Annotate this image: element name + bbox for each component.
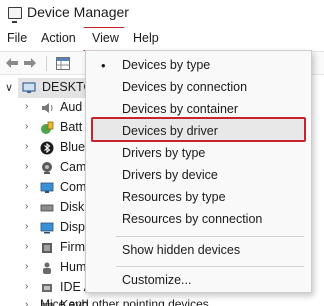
menu-item-devices-by-driver[interactable]: Devices by driver — [86, 121, 311, 143]
title-bar: Device Manager — [0, 0, 324, 28]
tree-item-label: Cam — [60, 160, 87, 174]
chevron-right-icon[interactable]: › — [25, 141, 28, 152]
bluetooth-icon — [40, 141, 54, 155]
tree-item-audio[interactable]: › Aud — [0, 98, 90, 118]
menu-bar: File Action View Help — [0, 28, 324, 50]
tree-item-label: Hum — [60, 260, 87, 274]
tree-item-batteries[interactable]: › Batt — [0, 118, 90, 138]
menu-item-drivers-by-device[interactable]: Drivers by device — [86, 165, 311, 187]
device-manager-icon — [8, 7, 22, 23]
tree-item-label: Batt — [60, 120, 83, 134]
computer-icon — [22, 82, 36, 93]
ide-controller-icon — [42, 284, 52, 292]
forward-arrow-icon[interactable] — [23, 57, 37, 69]
tree-item-label: Firm — [60, 240, 85, 254]
menu-item-customize[interactable]: Customize... — [86, 270, 311, 292]
menu-action[interactable]: Action — [41, 31, 76, 45]
computer-icon — [40, 182, 54, 193]
chevron-right-icon[interactable]: › — [25, 181, 28, 192]
tree-root-computer[interactable]: DESKTO — [18, 78, 93, 98]
chevron-right-icon[interactable]: › — [25, 221, 28, 232]
device-tree: ∨ DESKTO › Aud › Batt › Blue › Cam › Com… — [0, 76, 93, 306]
bullet-check-icon: • — [101, 58, 106, 73]
menu-item-label: Drivers by type — [122, 146, 206, 160]
human-interface-icon — [43, 262, 51, 274]
chevron-down-icon[interactable]: ∨ — [5, 81, 13, 94]
properties-grid-icon[interactable] — [56, 57, 70, 70]
window-title: Device Manager — [27, 4, 129, 20]
display-icon — [40, 222, 54, 234]
menu-separator — [116, 266, 304, 267]
tree-item-label: Blue — [60, 140, 86, 154]
tree-item-display[interactable]: › Disp — [0, 218, 90, 238]
speaker-icon — [42, 103, 53, 113]
chevron-right-icon[interactable]: › — [25, 261, 28, 272]
menu-item-label: Resources by connection — [122, 212, 263, 226]
chevron-right-icon[interactable]: › — [25, 161, 28, 172]
menu-view[interactable]: View — [92, 31, 119, 45]
menu-separator — [116, 236, 304, 237]
firmware-icon — [42, 243, 52, 253]
menu-item-drivers-by-type[interactable]: Drivers by type — [86, 143, 311, 165]
menu-item-show-hidden-devices[interactable]: Show hidden devices — [86, 240, 311, 262]
menu-item-label: Customize... — [122, 273, 192, 287]
battery-icon — [41, 121, 54, 134]
menu-file[interactable]: File — [7, 31, 27, 45]
tree-item-label: Disp — [60, 220, 86, 234]
menu-item-label: Show hidden devices — [122, 243, 241, 257]
menu-item-devices-by-type[interactable]: • Devices by type — [86, 55, 311, 77]
menu-item-devices-by-connection[interactable]: Devices by connection — [86, 77, 311, 99]
menu-item-label: Resources by type — [122, 190, 226, 204]
menu-item-label: Devices by container — [122, 102, 239, 116]
tree-item-mice[interactable]: Mice and other pointing devices — [40, 297, 209, 306]
chevron-right-icon[interactable]: › — [25, 241, 28, 252]
view-menu-dropdown: • Devices by type Devices by connection … — [85, 50, 312, 293]
tree-item-computer[interactable]: › Com — [0, 178, 90, 198]
chevron-right-icon[interactable]: › — [25, 281, 28, 292]
tree-item-firmware[interactable]: › Firm — [0, 238, 90, 258]
disk-drive-icon — [40, 204, 54, 212]
menu-item-label: Drivers by device — [122, 168, 218, 182]
chevron-right-icon[interactable]: › — [25, 101, 28, 112]
back-arrow-icon[interactable] — [5, 57, 19, 69]
menu-item-label: Devices by type — [122, 58, 211, 72]
camera-icon — [42, 162, 52, 174]
tree-item-human-interface[interactable]: › Hum — [0, 258, 90, 278]
menu-item-resources-by-type[interactable]: Resources by type — [86, 187, 311, 209]
tree-item-bluetooth[interactable]: › Blue — [0, 138, 90, 158]
tree-item-label: Disk — [60, 200, 85, 214]
chevron-right-icon[interactable]: › — [25, 299, 28, 306]
menu-help[interactable]: Help — [133, 31, 159, 45]
tree-item-label: Aud — [60, 100, 83, 114]
tree-item-label: Com — [60, 180, 87, 194]
chevron-right-icon[interactable]: › — [25, 121, 28, 132]
menu-item-devices-by-container[interactable]: Devices by container — [86, 99, 311, 121]
menu-item-label: Devices by connection — [122, 80, 248, 94]
chevron-right-icon[interactable]: › — [25, 201, 28, 212]
menu-item-resources-by-connection[interactable]: Resources by connection — [86, 209, 311, 231]
menu-item-label: Devices by driver — [122, 124, 218, 138]
tree-item-ide-controllers[interactable]: › IDE A — [0, 278, 92, 298]
toolbar-separator — [46, 56, 47, 71]
tree-item-disk-drives[interactable]: › Disk — [0, 198, 90, 218]
tree-item-cameras[interactable]: › Cam — [0, 158, 90, 178]
